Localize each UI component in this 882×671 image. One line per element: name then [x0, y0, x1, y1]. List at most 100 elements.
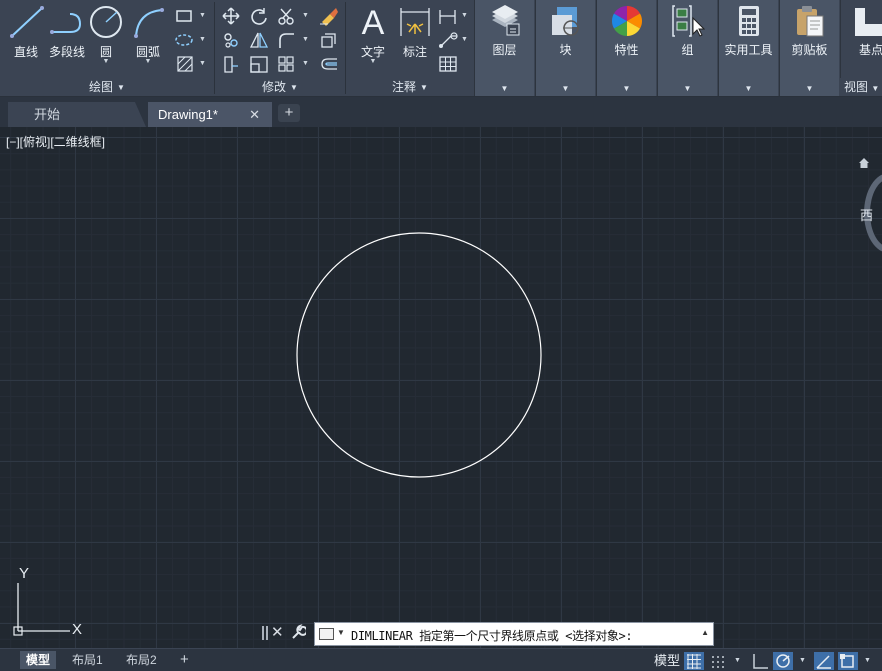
- ellipse-dropdown-caret[interactable]: ▼: [199, 36, 206, 43]
- rotate-tool-button[interactable]: [248, 6, 270, 26]
- command-prompt-icon[interactable]: [319, 628, 334, 640]
- stretch-tool-button[interactable]: [220, 54, 242, 74]
- fillet-dropdown-caret[interactable]: ▼: [302, 36, 309, 43]
- draw-panel: 直线 多段线 圆 ▼ 圆弧 ▼ ▼ ▼ ▼ 绘图 ▼: [0, 0, 214, 97]
- command-line-grip-icon[interactable]: [261, 625, 269, 641]
- polar-toggle-button[interactable]: [773, 652, 793, 670]
- linear-dim-icon: [439, 10, 456, 24]
- group-panel-button[interactable]: 组 ▼: [657, 0, 717, 96]
- clipboard-dropdown-caret[interactable]: ▼: [780, 84, 839, 93]
- linear-dim-tool-button[interactable]: [437, 6, 459, 26]
- copy-tool-button[interactable]: [220, 30, 242, 50]
- hatch-tool-button[interactable]: [174, 54, 196, 74]
- offset-tool-button[interactable]: [318, 54, 340, 74]
- arc-dropdown-caret[interactable]: ▼: [128, 58, 168, 65]
- rotate-icon: [251, 8, 267, 25]
- snap-toggle-button[interactable]: [708, 652, 728, 670]
- arc-tool-button[interactable]: 圆弧 ▼: [128, 2, 168, 74]
- table-tool-button[interactable]: [437, 54, 459, 74]
- drawn-circle[interactable]: [296, 232, 542, 478]
- tab-start-label: 开始: [34, 107, 61, 122]
- explode-tool-button[interactable]: [318, 30, 340, 50]
- rectangle-icon: [176, 10, 192, 22]
- array-tool-button[interactable]: [276, 54, 298, 74]
- trim-tool-button[interactable]: [276, 6, 298, 26]
- hatch-dropdown-caret[interactable]: ▼: [199, 60, 206, 67]
- modify-panel-title[interactable]: 修改 ▼: [216, 78, 344, 97]
- circle-dropdown-caret[interactable]: ▼: [88, 58, 124, 65]
- calculator-icon: [738, 6, 759, 36]
- rectangle-dropdown-caret[interactable]: ▼: [199, 12, 206, 19]
- draw-panel-title[interactable]: 绘图 ▼: [0, 78, 214, 97]
- line-icon: [10, 6, 44, 38]
- utilities-dropdown-caret[interactable]: ▼: [719, 84, 778, 93]
- model-space-toggle[interactable]: 模型: [654, 651, 680, 670]
- leader-dropdown-caret[interactable]: ▼: [461, 36, 468, 43]
- polyline-tool-button[interactable]: 多段线: [46, 2, 88, 74]
- layers-panel-button[interactable]: 图层 ▼: [474, 0, 534, 96]
- scale-tool-button[interactable]: [248, 54, 270, 74]
- grid-toggle-button[interactable]: [684, 652, 704, 670]
- drawing-canvas[interactable]: [−][俯视][二维线框] 西 Y X: [0, 127, 882, 648]
- ortho-icon: [753, 654, 768, 669]
- text-dropdown-caret[interactable]: ▼: [351, 58, 395, 65]
- mirror-tool-button[interactable]: [248, 30, 270, 50]
- erase-tool-button[interactable]: [318, 6, 340, 26]
- recent-commands-caret[interactable]: ▼: [337, 628, 345, 637]
- ellipse-icon: [175, 34, 193, 46]
- tab-start[interactable]: 开始: [8, 102, 146, 127]
- line-tool-button[interactable]: 直线: [4, 2, 48, 74]
- tab-drawing1[interactable]: Drawing1* ✕: [148, 102, 272, 127]
- rectangle-tool-button[interactable]: [174, 6, 196, 26]
- dimension-tool-label: 标注: [402, 45, 427, 59]
- object-snap-icon: [840, 654, 854, 668]
- circle-tool-button[interactable]: 圆 ▼: [88, 2, 124, 74]
- dimension-tool-button[interactable]: 标注: [397, 2, 433, 74]
- object-snap-dropdown-caret[interactable]: ▼: [864, 657, 871, 664]
- annotation-panel-title[interactable]: 注释 ▼: [347, 78, 473, 97]
- linear-dim-dropdown-caret[interactable]: ▼: [461, 12, 468, 19]
- block-panel-button[interactable]: 块 ▼: [535, 0, 595, 96]
- text-icon: A: [362, 4, 385, 42]
- layout-tab-model[interactable]: 模型: [20, 651, 57, 669]
- wrench-icon[interactable]: [290, 624, 306, 640]
- polar-dropdown-caret[interactable]: ▼: [799, 657, 806, 664]
- grid-icon: [687, 654, 701, 669]
- snap-dropdown-caret[interactable]: ▼: [734, 657, 741, 664]
- panel-divider: [214, 2, 215, 94]
- drawing-svg: [296, 232, 542, 478]
- utilities-panel-button[interactable]: 实用工具 ▼: [718, 0, 778, 96]
- view-panel-title-text: 视图: [844, 80, 869, 94]
- fillet-tool-button[interactable]: [276, 30, 298, 50]
- autocad-window: 直线 多段线 圆 ▼ 圆弧 ▼ ▼ ▼ ▼ 绘图 ▼ ▼ ▼ ▼ 修改 ▼ A …: [0, 0, 882, 671]
- array-dropdown-caret[interactable]: ▼: [302, 60, 309, 67]
- layout-tab-layout2[interactable]: 布局2: [120, 651, 163, 669]
- layers-dropdown-caret[interactable]: ▼: [475, 84, 534, 93]
- line-tool-label: 直线: [13, 45, 38, 59]
- properties-label: 特性: [614, 43, 639, 57]
- add-layout-button[interactable]: +: [174, 651, 195, 669]
- isodraft-toggle-button[interactable]: [814, 652, 834, 670]
- text-tool-button[interactable]: A 文字 ▼: [351, 2, 395, 74]
- command-line-close-icon[interactable]: ✕: [271, 623, 284, 641]
- object-snap-toggle-button[interactable]: [838, 652, 858, 670]
- layout-tab-layout1[interactable]: 布局1: [66, 651, 109, 669]
- properties-dropdown-caret[interactable]: ▼: [597, 84, 656, 93]
- trim-dropdown-caret[interactable]: ▼: [302, 12, 309, 19]
- layers-label: 图层: [492, 43, 517, 57]
- tab-close-icon[interactable]: ✕: [249, 102, 260, 127]
- tab-drawing1-label: Drawing1*: [158, 107, 218, 122]
- clipboard-panel-button[interactable]: 剪贴板 ▼: [779, 0, 839, 96]
- leader-tool-button[interactable]: [437, 30, 459, 50]
- move-tool-button[interactable]: [220, 6, 242, 26]
- ellipse-tool-button[interactable]: [174, 30, 196, 50]
- view-panel-title[interactable]: 视图 ▼: [840, 78, 882, 96]
- base-icon: [855, 8, 882, 36]
- group-dropdown-caret[interactable]: ▼: [658, 84, 717, 93]
- new-tab-button[interactable]: +: [278, 104, 300, 122]
- block-dropdown-caret[interactable]: ▼: [536, 84, 595, 93]
- command-history-up-icon[interactable]: ▲: [701, 628, 709, 637]
- command-line-input[interactable]: ▼ DIMLINEAR 指定第一个尺寸界线原点或 <选择对象>: ▲: [314, 622, 714, 646]
- properties-panel-button[interactable]: 特性 ▼: [596, 0, 656, 96]
- ortho-toggle-button[interactable]: [750, 652, 770, 670]
